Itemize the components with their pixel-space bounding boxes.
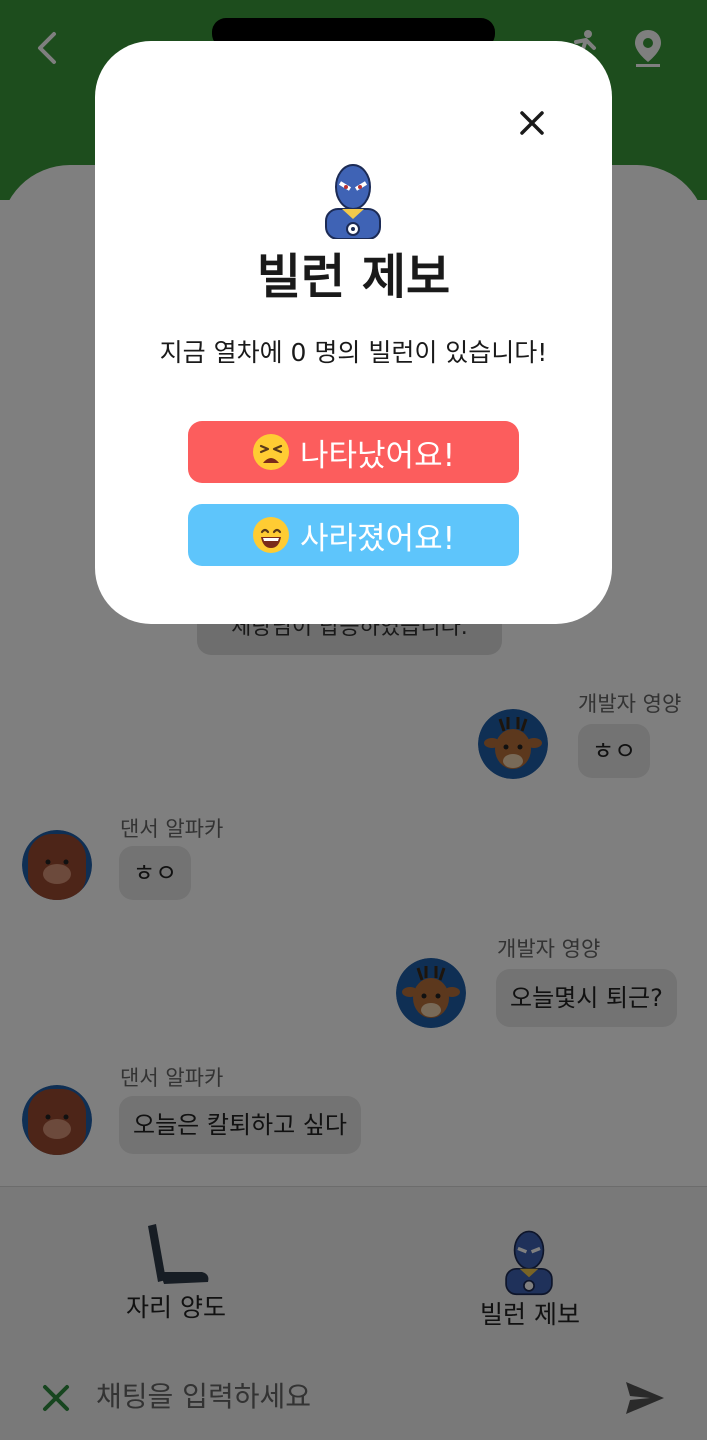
modal-close-button[interactable]	[510, 101, 554, 145]
modal-title: 빌런 제보	[256, 249, 451, 305]
villain-icon	[325, 164, 381, 239]
villain-count-message: 지금 열차에 0 명의 빌런이 있습니다!	[159, 338, 548, 367]
villain-disappeared-button[interactable]: 사라졌어요!	[188, 504, 519, 566]
close-icon	[520, 111, 544, 135]
tired-face-icon	[252, 434, 289, 470]
grinning-face-icon	[252, 517, 289, 553]
villain-report-dialog: 빌런 제보 지금 열차에 0 명의 빌런이 있습니다! 나타났어요! 사라졌어요…	[95, 41, 612, 624]
villain-appeared-button[interactable]: 나타났어요!	[188, 421, 519, 483]
villain-disappeared-label: 사라졌어요!	[299, 520, 456, 557]
villain-appeared-label: 나타났어요!	[299, 437, 456, 474]
